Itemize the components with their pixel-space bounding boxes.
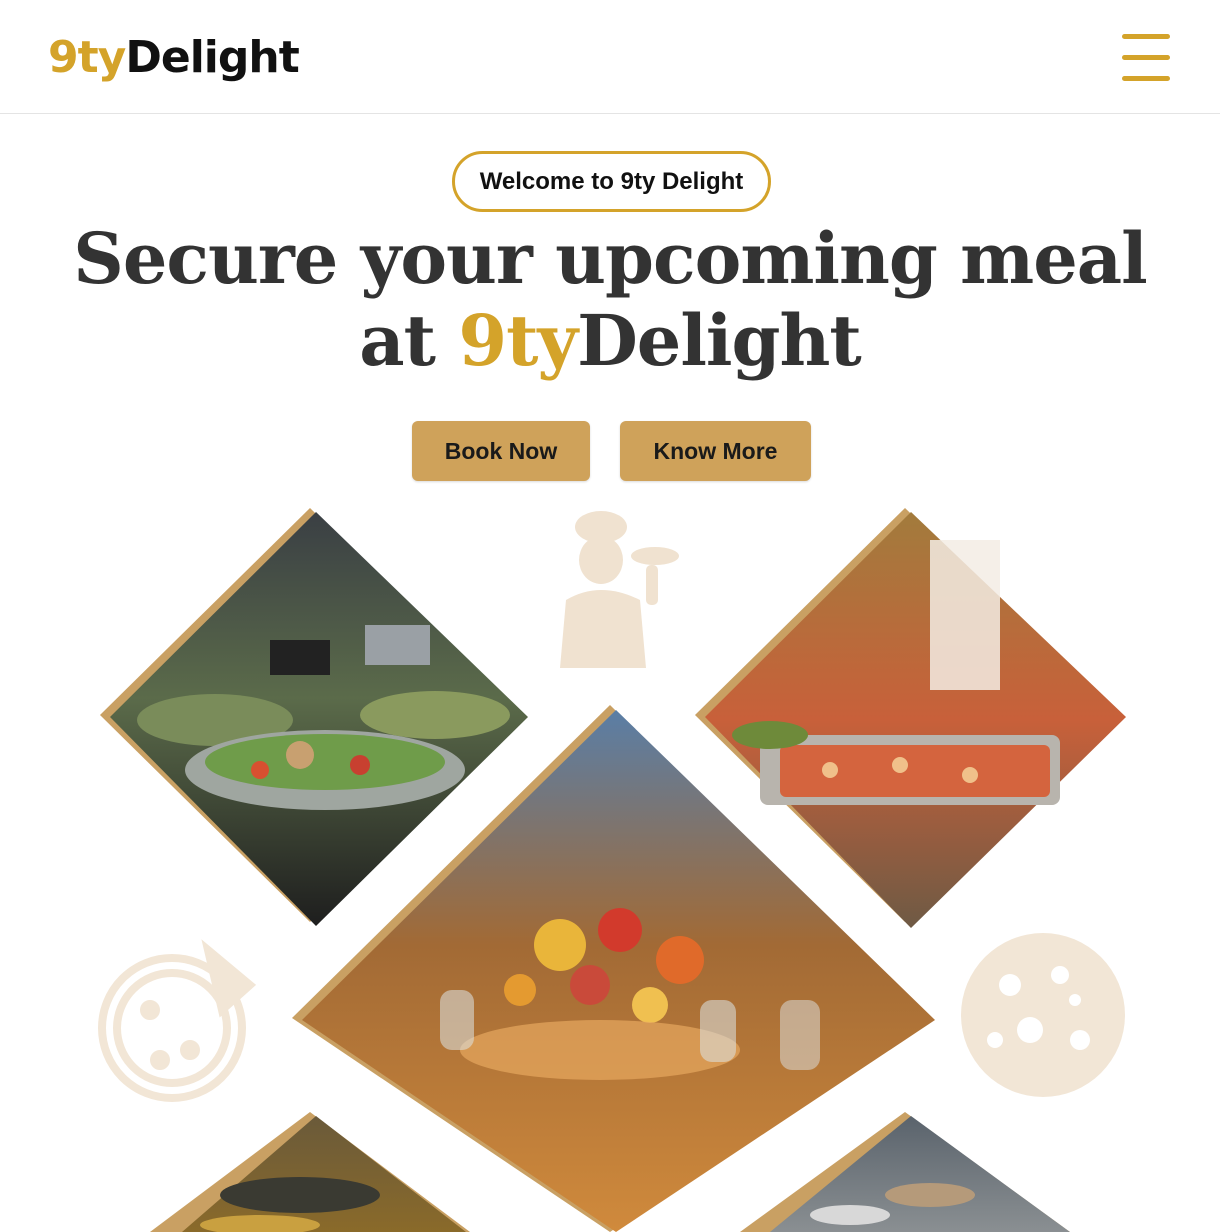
site-logo[interactable]: 9tyDelight: [48, 28, 300, 88]
logo-main: Delight: [125, 32, 299, 83]
page-title: Secure your upcoming meal at 9tyDelight: [60, 218, 1160, 382]
serving-table-image: [740, 1112, 1070, 1232]
book-now-button[interactable]: Book Now: [412, 421, 590, 481]
pizza-icon: [98, 939, 257, 1102]
menu-icon[interactable]: [1118, 30, 1174, 86]
headline-prefix: at: [359, 299, 459, 382]
headline-line1: Secure your upcoming meal: [73, 217, 1147, 300]
site-header: 9tyDelight: [0, 0, 1220, 114]
welcome-badge: Welcome to 9ty Delight: [452, 151, 771, 212]
pizza-outline-icon: [961, 933, 1125, 1097]
know-more-button[interactable]: Know More: [620, 421, 811, 481]
headline-accent: 9ty: [458, 299, 578, 382]
headline-brand: Delight: [577, 299, 862, 382]
buffet-dish-image: [150, 1112, 470, 1232]
chef-silhouette-icon: [560, 511, 679, 668]
image-gallery: [0, 490, 1220, 1232]
logo-accent: 9ty: [48, 32, 126, 83]
